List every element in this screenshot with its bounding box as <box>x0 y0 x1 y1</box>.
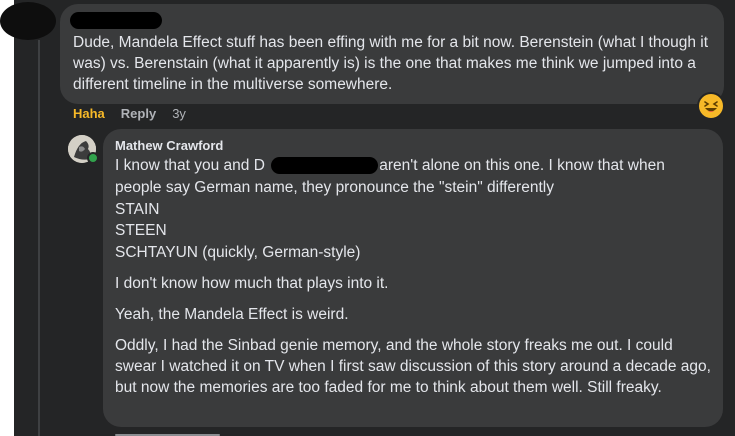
comment-text: I know that you and D <box>115 157 265 174</box>
comment-line: I know that you and D aren't alone on th… <box>115 155 715 176</box>
reply-button[interactable]: Reply <box>121 106 156 121</box>
comment-line: people say German name, they pronounce t… <box>115 179 554 196</box>
comment-line: SCHTAYUN (quickly, German-style) <box>115 244 361 261</box>
comment-actions: Haha Reply 3y <box>73 106 186 121</box>
comment-author[interactable]: Mathew Crawford <box>115 138 223 153</box>
comment-line: STEEN <box>115 222 167 239</box>
comment-line: STAIN <box>115 201 160 218</box>
haha-button[interactable]: Haha <box>73 106 105 121</box>
comment-text: aren't alone on this one. I know that wh… <box>374 157 665 174</box>
comment-paragraph: I don't know how much that plays into it… <box>115 275 389 292</box>
comment-text: Dude, Mandela Effect stuff has been effi… <box>73 34 709 93</box>
comment-timestamp[interactable]: 3y <box>172 106 186 121</box>
redacted-author-name <box>70 12 162 29</box>
laughing-emoji-icon[interactable] <box>697 92 725 120</box>
comment-paragraph: Yeah, the Mandela Effect is weird. <box>115 306 349 323</box>
thread-line <box>38 40 40 436</box>
comment-paragraph: Oddly, I had the Sinbad genie memory, an… <box>115 337 711 396</box>
redacted-name <box>271 157 378 174</box>
avatar[interactable] <box>0 2 56 40</box>
online-status-icon <box>87 152 99 164</box>
comment-actions-peek <box>115 431 220 436</box>
